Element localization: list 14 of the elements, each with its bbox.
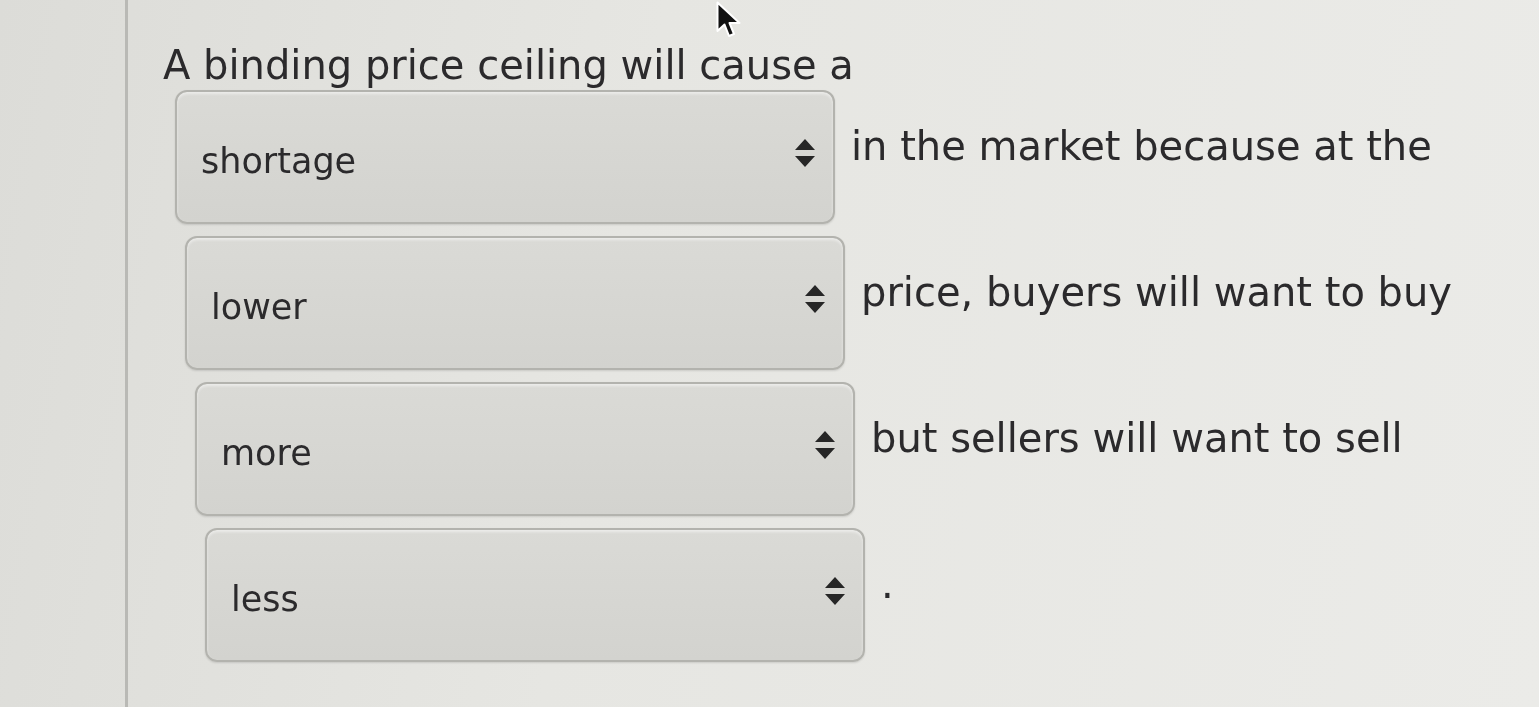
mouse-pointer-icon [716, 1, 742, 39]
question-text: but sellers will want to sell [871, 414, 1403, 463]
question-text: . [881, 560, 894, 609]
up-down-arrows-icon [795, 139, 815, 167]
answer-dropdown[interactable]: lower [185, 236, 845, 370]
answer-dropdown[interactable]: less [205, 528, 865, 662]
up-down-arrows-icon [815, 431, 835, 459]
up-down-arrows-icon [825, 577, 845, 605]
answer-dropdown[interactable]: more [195, 382, 855, 516]
question-text: in the market because at the [851, 122, 1432, 171]
question-text: A binding price ceiling will cause a [163, 41, 854, 90]
question-text: price, buyers will want to buy [861, 268, 1453, 317]
up-down-arrows-icon [805, 285, 825, 313]
answer-dropdown[interactable]: shortage [175, 90, 835, 224]
